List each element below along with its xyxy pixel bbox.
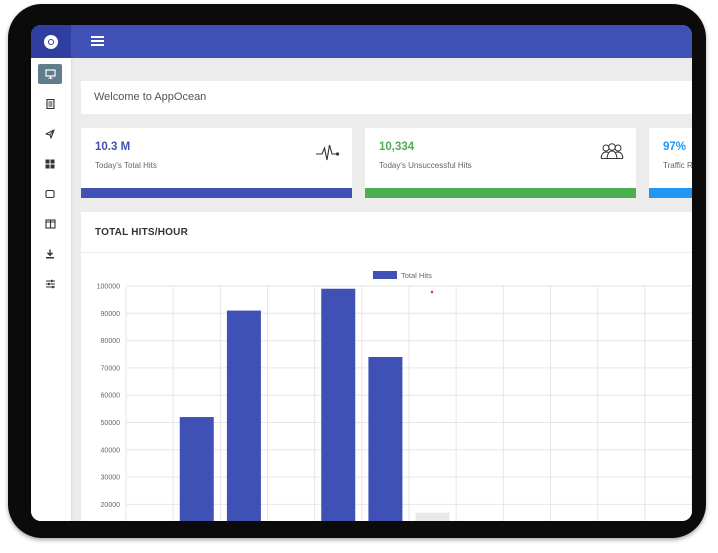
stat-label: Traffic R — [663, 161, 692, 170]
chart-panel: TOTAL HITS/HOUR Total Hits 100000 90000 800… — [81, 212, 692, 521]
sidebar-item-monitor[interactable] — [38, 64, 62, 84]
chart-bar — [368, 356, 403, 521]
hits-bar-chart: Total Hits 100000 90000 80000 70000 60000 5000… — [97, 271, 692, 521]
disc-logo-icon — [44, 34, 58, 49]
y-tick-label: 20000 — [101, 502, 121, 509]
send-icon — [45, 129, 55, 139]
square-icon — [45, 189, 55, 199]
y-tick-label: 80000 — [101, 338, 121, 345]
chart-bar — [226, 310, 261, 521]
pulse-icon — [316, 144, 340, 161]
y-tick-label: 100000 — [97, 284, 120, 291]
top-navbar — [31, 25, 692, 58]
stat-label: Today's Unsuccessful Hits — [379, 161, 472, 170]
stat-value: 10.3 M — [95, 141, 131, 153]
welcome-banner: Welcome to AppOcean — [81, 81, 692, 114]
stat-card-unsuccessful-hits: 10,334 Today's Unsuccessful Hits — [365, 128, 636, 198]
sidebar-item-send[interactable] — [38, 124, 62, 144]
welcome-text: Welcome to AppOcean — [94, 91, 207, 103]
sidebar-item-grid[interactable] — [38, 154, 62, 174]
sidebar-item-square[interactable] — [38, 184, 62, 204]
y-tick-label: 30000 — [101, 475, 121, 482]
stat-color-bar — [81, 188, 352, 198]
download-icon — [46, 249, 54, 259]
tablet-frame: Welcome to AppOcean 10.3 M Today's Total… — [8, 4, 706, 538]
stat-color-bar — [365, 188, 636, 198]
y-tick-label: 40000 — [101, 447, 121, 454]
grid-icon — [45, 159, 55, 169]
stat-card-traffic: 97% Traffic R — [649, 128, 692, 198]
sidebar-item-download[interactable] — [38, 244, 62, 264]
chart-bar — [179, 417, 214, 521]
sidebar-item-sliders[interactable] — [38, 274, 62, 294]
sliders-icon — [45, 279, 55, 289]
logo[interactable] — [31, 25, 71, 58]
stat-color-bar — [649, 188, 692, 198]
sidebar — [31, 58, 71, 521]
y-tick-label: 60000 — [101, 393, 121, 400]
chart-bar — [321, 288, 356, 521]
monitor-icon — [44, 69, 56, 79]
sidebar-item-columns[interactable] — [38, 214, 62, 234]
legend-swatch — [373, 271, 397, 279]
y-tick-label: 50000 — [101, 420, 121, 427]
chart-bar — [415, 512, 450, 521]
y-tick-label: 90000 — [101, 311, 121, 318]
cursor-marker — [430, 290, 434, 294]
hamburger-icon[interactable] — [91, 36, 107, 47]
stat-label: Today's Total Hits — [95, 161, 157, 170]
y-tick-label: 70000 — [101, 365, 121, 372]
chart-title: TOTAL HITS/HOUR — [95, 227, 188, 238]
columns-icon — [44, 219, 56, 229]
stat-value: 10,334 — [379, 141, 415, 153]
stat-card-total-hits: 10.3 M Today's Total Hits — [81, 128, 352, 198]
users-icon — [600, 143, 624, 159]
divider — [81, 252, 692, 253]
legend-label: Total Hits — [401, 271, 432, 280]
sidebar-item-document[interactable] — [38, 94, 62, 114]
app-screen: Welcome to AppOcean 10.3 M Today's Total… — [31, 25, 692, 521]
document-icon — [45, 99, 55, 109]
stat-value: 97% — [663, 141, 687, 153]
